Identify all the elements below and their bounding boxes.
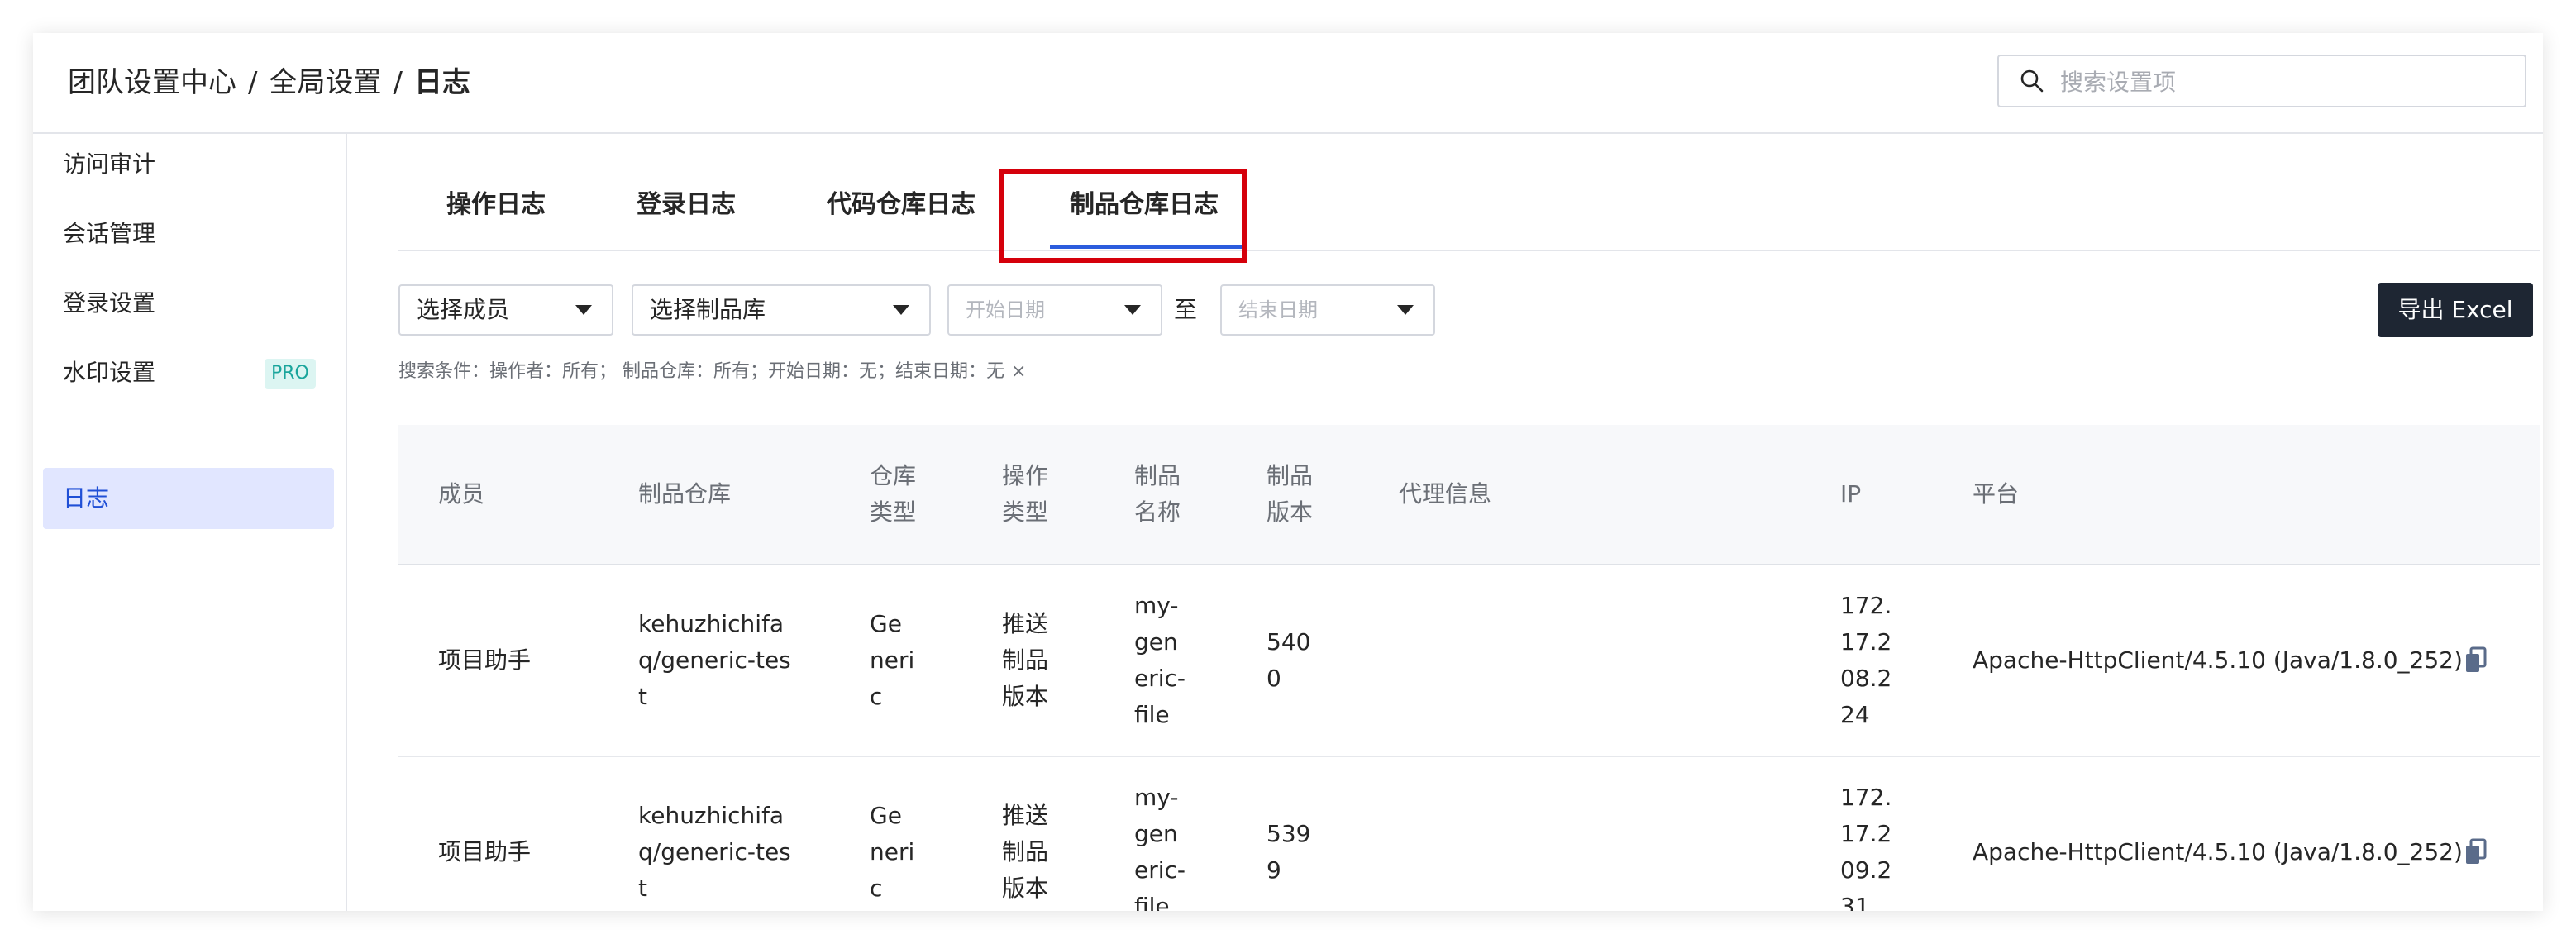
- column-header-ip: IP: [1840, 480, 1862, 508]
- search-conditions: 搜索条件：操作者：所有； 制品仓库：所有；开始日期：无；结束日期：无 ×: [398, 357, 1026, 387]
- tab-operation-log[interactable]: 操作日志: [446, 184, 546, 220]
- column-header-platform: 平台: [1973, 480, 2020, 508]
- breadcrumb: 团队设置中心 / 全局设置 / 日志: [68, 63, 470, 103]
- cell-repo: kehuzhichifaq/generic-test: [638, 802, 791, 902]
- sidebar-item-session-management[interactable]: 会话管理: [43, 203, 334, 265]
- cell-op-type: 推送制品版本: [1002, 802, 1049, 902]
- cell-ip: 172.17.209.231: [1840, 784, 1892, 911]
- app-window: 团队设置中心 / 全局设置 / 日志 访问审计 会话管理 登录设置 水印设置 PRO 日…: [33, 33, 2543, 911]
- sidebar-item-watermark-settings[interactable]: 水印设置 PRO: [43, 342, 334, 403]
- cell-ip: 172.17.208.224: [1840, 592, 1892, 728]
- caret-down-icon: [575, 305, 592, 315]
- cell-artifact-name: my-generic-file: [1134, 784, 1186, 911]
- table-header: 成员 制品仓库 仓库类型 操作类型 制品名称 制品版本 代理信息 IP 平台: [398, 425, 2540, 565]
- sidebar-item-label: 水印设置: [63, 359, 156, 386]
- column-header-repo: 制品仓库: [638, 480, 732, 508]
- cell-member: 项目助手: [438, 838, 532, 865]
- start-date-placeholder: 开始日期: [966, 298, 1045, 322]
- sidebar-item-login-settings[interactable]: 登录设置: [43, 273, 334, 334]
- column-header-repo-type: 仓库类型: [870, 462, 917, 526]
- caret-down-icon: [1124, 305, 1141, 315]
- caret-down-icon: [1397, 305, 1414, 315]
- cell-platform: Apache-HttpClient/4.5.10 (Java/1.8.0_252…: [1973, 838, 2463, 865]
- cell-repo-type: Generic: [870, 610, 915, 710]
- end-date-placeholder: 结束日期: [1238, 298, 1318, 322]
- cell-repo-type: Generic: [870, 802, 915, 902]
- copy-icon[interactable]: [2464, 646, 2488, 675]
- sidebar-item-label: 会话管理: [63, 220, 156, 247]
- start-date-picker[interactable]: 开始日期: [947, 284, 1162, 336]
- highlight-annotation-box: [999, 169, 1247, 263]
- caret-down-icon: [893, 305, 909, 315]
- tab-login-log[interactable]: 登录日志: [637, 184, 736, 220]
- column-header-artifact-name: 制品名称: [1134, 462, 1181, 526]
- repo-select[interactable]: 选择制品库: [632, 284, 931, 336]
- sidebar-item-label: 登录设置: [63, 289, 156, 317]
- cell-proxy-info: [1399, 565, 1729, 756]
- cell-proxy-info: [1399, 757, 1729, 911]
- date-range-to-label: 至: [1174, 296, 1198, 323]
- sidebar: 访问审计 会话管理 登录设置 水印设置 PRO 日志: [33, 134, 347, 911]
- end-date-picker[interactable]: 结束日期: [1220, 284, 1435, 336]
- sidebar-item-access-audit[interactable]: 访问审计: [43, 134, 334, 195]
- table-row: 项目助手 kehuzhichifaq/generic-test Generic …: [398, 565, 2540, 757]
- column-header-artifact-version: 制品版本: [1267, 462, 1314, 526]
- member-select[interactable]: 选择成员: [398, 284, 613, 336]
- column-header-member: 成员: [438, 480, 485, 508]
- search-icon: [2020, 69, 2044, 93]
- header: 团队设置中心 / 全局设置 / 日志: [33, 33, 2543, 134]
- copy-icon[interactable]: [2464, 838, 2488, 866]
- cell-platform: Apache-HttpClient/4.5.10 (Java/1.8.0_252…: [1973, 646, 2463, 674]
- column-header-op-type: 操作类型: [1002, 462, 1049, 526]
- cell-artifact-name: my-generic-file: [1134, 592, 1186, 728]
- repo-select-value: 选择制品库: [650, 296, 766, 323]
- sidebar-item-label: 日志: [63, 484, 110, 512]
- search-input[interactable]: [2058, 63, 2508, 101]
- search-conditions-text: 搜索条件：操作者：所有； 制品仓库：所有；开始日期：无；结束日期：无: [398, 361, 1004, 382]
- sidebar-item-logs[interactable]: 日志: [43, 468, 334, 529]
- tab-code-repo-log[interactable]: 代码仓库日志: [827, 184, 976, 220]
- breadcrumb-team-settings[interactable]: 团队设置中心: [68, 66, 236, 99]
- column-header-proxy-info: 代理信息: [1399, 480, 1492, 508]
- table-row: 项目助手 kehuzhichifaq/generic-test Generic …: [398, 757, 2540, 911]
- member-select-value: 选择成员: [417, 296, 510, 323]
- cell-member: 项目助手: [438, 646, 532, 674]
- breadcrumb-separator: /: [248, 66, 258, 99]
- breadcrumb-global-settings[interactable]: 全局设置: [269, 66, 381, 99]
- cell-artifact-version: 5400: [1267, 628, 1311, 692]
- search-box[interactable]: [1997, 55, 2526, 107]
- cell-artifact-version: 5399: [1267, 820, 1311, 884]
- log-tabs: 操作日志 登录日志 代码仓库日志 制品仓库日志: [398, 134, 2540, 251]
- cell-repo: kehuzhichifaq/generic-test: [638, 610, 791, 710]
- pro-badge: PRO: [265, 359, 316, 389]
- breadcrumb-current: 日志: [413, 66, 470, 99]
- export-excel-button[interactable]: 导出 Excel: [2378, 283, 2533, 337]
- clear-conditions-button[interactable]: ×: [1011, 361, 1026, 382]
- sidebar-item-label: 访问审计: [63, 150, 156, 178]
- cell-op-type: 推送制品版本: [1002, 610, 1049, 710]
- breadcrumb-separator: /: [393, 66, 403, 99]
